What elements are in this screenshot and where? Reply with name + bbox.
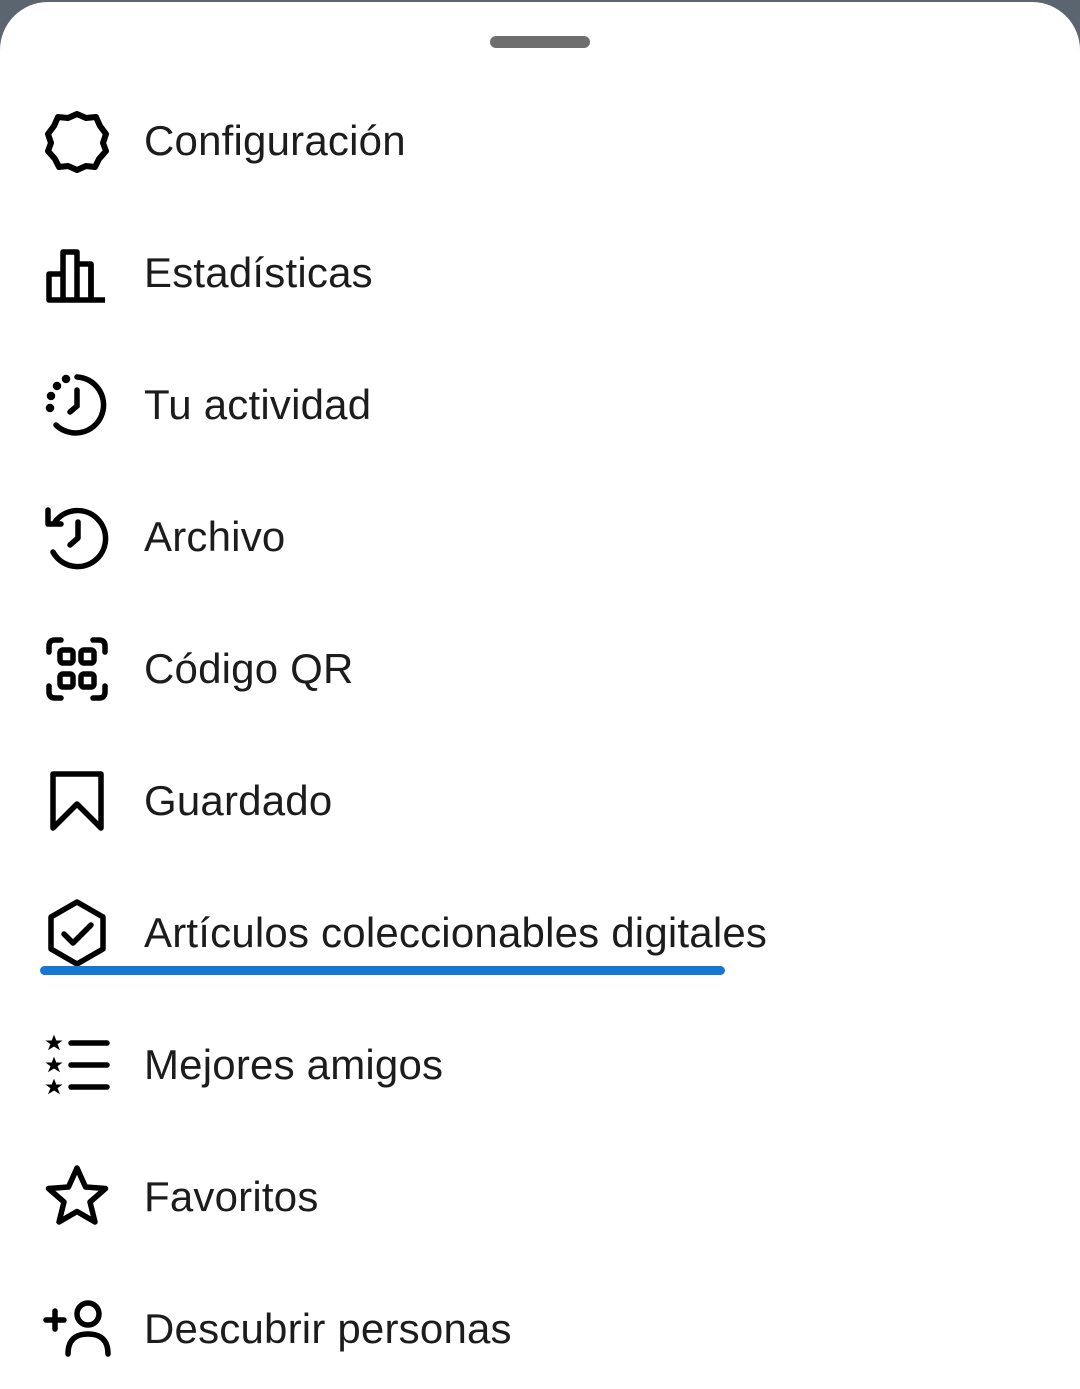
menu-item-articulos-coleccionables[interactable]: Artículos coleccionables digitales <box>0 867 1080 999</box>
activity-clock-icon <box>42 370 112 440</box>
star-icon <box>42 1162 112 1232</box>
menu-item-label: Estadísticas <box>144 249 373 296</box>
menu-item-descubrir-personas[interactable]: Descubrir personas <box>0 1263 1080 1389</box>
menu-item-mejores-amigos[interactable]: Mejores amigos <box>0 999 1080 1131</box>
qr-scan-icon <box>42 634 112 704</box>
menu-item-configuracion[interactable]: Configuración <box>0 75 1080 207</box>
menu-item-estadisticas[interactable]: Estadísticas <box>0 207 1080 339</box>
star-list-icon <box>42 1030 112 1100</box>
bottom-sheet: Configuración Estadísticas Tu actividad … <box>0 2 1080 1389</box>
highlight-underline <box>40 966 725 975</box>
menu-item-label: Código QR <box>144 645 354 692</box>
menu-item-label: Descubrir personas <box>144 1305 512 1352</box>
gear-icon <box>42 106 112 176</box>
menu-item-label: Configuración <box>144 117 406 164</box>
bookmark-icon <box>42 766 112 836</box>
menu-item-archivo[interactable]: Archivo <box>0 471 1080 603</box>
menu-item-favoritos[interactable]: Favoritos <box>0 1131 1080 1263</box>
menu-item-guardado[interactable]: Guardado <box>0 735 1080 867</box>
menu-item-label: Favoritos <box>144 1173 319 1220</box>
menu-item-codigo-qr[interactable]: Código QR <box>0 603 1080 735</box>
menu-item-tu-actividad[interactable]: Tu actividad <box>0 339 1080 471</box>
menu-item-label: Tu actividad <box>144 381 372 428</box>
menu-item-label: Mejores amigos <box>144 1041 444 1088</box>
menu-item-label: Archivo <box>144 513 286 560</box>
bar-chart-icon <box>42 238 112 308</box>
drag-handle[interactable] <box>490 36 590 48</box>
add-person-icon <box>42 1294 112 1364</box>
history-icon <box>42 502 112 572</box>
menu-item-label: Guardado <box>144 777 333 824</box>
hexagon-check-icon <box>42 898 112 968</box>
menu-item-label: Artículos coleccionables digitales <box>144 909 768 956</box>
